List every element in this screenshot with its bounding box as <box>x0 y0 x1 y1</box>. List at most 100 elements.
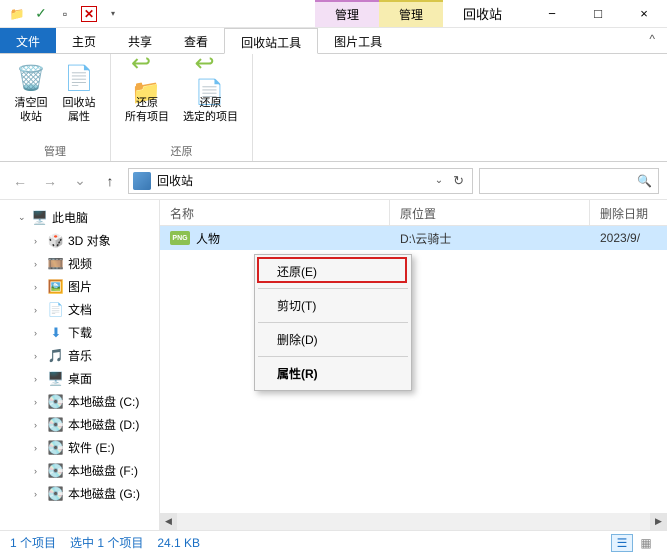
nav-label: 本地磁盘 (G:) <box>68 485 140 502</box>
label-line1: 清空回 <box>15 97 48 109</box>
ribbon: 🗑️ 清空回收站 📄 回收站属性 管理 ↩📁 还原所有项目 ↩📄 还原选定的项目… <box>0 54 667 162</box>
nav-this-pc[interactable]: ⌄ 🖥️ 此电脑 <box>0 206 159 229</box>
header-delete-date[interactable]: 删除日期 <box>590 200 667 225</box>
nav-item[interactable]: ›🎲3D 对象 <box>0 229 159 252</box>
contextual-tab-manage-1[interactable]: 管理 <box>315 0 379 27</box>
label-line1: 还原 <box>200 97 222 109</box>
status-item-count: 1 个项目 <box>10 534 56 551</box>
tab-recycle-tools[interactable]: 回收站工具 <box>224 28 318 54</box>
collapse-ribbon-button[interactable]: ^ <box>637 28 667 53</box>
nav-item[interactable]: ›💽本地磁盘 (C:) <box>0 390 159 413</box>
caret-icon: ⌄ <box>18 212 28 223</box>
file-name: 人物 <box>196 230 220 247</box>
recent-dropdown[interactable]: ⌄ <box>68 169 92 193</box>
qat-folder-icon[interactable]: 📁 <box>6 3 28 25</box>
nav-label: 桌面 <box>68 370 92 387</box>
window-title: 回收站 <box>463 4 502 23</box>
scroll-left-icon[interactable]: ◀ <box>160 513 177 530</box>
nav-item[interactable]: › 💽本地磁盘 (G:) <box>0 482 159 505</box>
doc-icon: 📄 <box>48 302 64 318</box>
nav-label: 下载 <box>68 324 92 341</box>
column-headers: 名称 原位置 删除日期 <box>160 200 667 226</box>
disk-icon: 💽 <box>48 486 64 502</box>
menu-properties[interactable]: 属性(R) <box>257 359 409 388</box>
menu-restore[interactable]: 还原(E) <box>257 257 409 286</box>
pic-icon: 🖼️ <box>48 279 64 295</box>
search-icon: 🔍 <box>637 174 652 188</box>
menu-delete[interactable]: 删除(D) <box>257 325 409 354</box>
address-box[interactable]: 回收站 ⌄ ↻ <box>128 168 473 194</box>
music-icon: 🎵 <box>48 348 64 364</box>
search-box[interactable]: 🔍 <box>479 168 659 194</box>
disk-icon: 💽 <box>48 440 64 456</box>
nav-label: 视频 <box>68 255 92 272</box>
label-line2: 收站 <box>20 111 42 123</box>
disk-icon: 💽 <box>48 463 64 479</box>
nav-item[interactable]: ›🖥️桌面 <box>0 367 159 390</box>
scroll-right-icon[interactable]: ▶ <box>650 513 667 530</box>
qat-check-icon[interactable]: ✓ <box>30 3 52 25</box>
dl-icon: ⬇ <box>48 325 64 341</box>
caret-icon: › <box>34 466 44 476</box>
file-list-pane: 名称 原位置 删除日期 PNG人物D:\云骑士2023/9/ ◀ ▶ <box>160 200 667 530</box>
label-line2: 选定的项目 <box>183 111 238 123</box>
forward-button[interactable]: → <box>38 169 62 193</box>
file-date: 2023/9/ <box>590 231 667 245</box>
caret-icon: › <box>34 489 44 499</box>
nav-label: 本地磁盘 (C:) <box>68 393 139 410</box>
menu-separator <box>258 288 408 289</box>
maximize-button[interactable]: □ <box>575 0 621 28</box>
caret-icon: › <box>34 351 44 361</box>
tab-file[interactable]: 文件 <box>0 28 56 53</box>
status-selection: 选中 1 个项目 <box>70 534 143 551</box>
caret-icon: › <box>34 328 44 338</box>
file-location: D:\云骑士 <box>390 230 590 247</box>
nav-item[interactable]: ›💽本地磁盘 (F:) <box>0 459 159 482</box>
tab-picture-tools[interactable]: 图片工具 <box>318 28 398 53</box>
caret-icon: › <box>34 305 44 315</box>
horizontal-scrollbar[interactable]: ◀ ▶ <box>160 513 667 530</box>
up-button[interactable]: ↑ <box>98 169 122 193</box>
menu-separator <box>258 356 408 357</box>
menu-cut[interactable]: 剪切(T) <box>257 291 409 320</box>
navigation-pane[interactable]: ⌄ 🖥️ 此电脑 ›🎲3D 对象›🎞️视频›🖼️图片›📄文档›⬇下载›🎵音乐›🖥… <box>0 200 160 530</box>
address-path[interactable]: 回收站 <box>157 172 429 189</box>
qat-close-icon[interactable]: ✕ <box>78 3 100 25</box>
nav-item[interactable]: ›🎵音乐 <box>0 344 159 367</box>
nav-item[interactable]: ›🖼️图片 <box>0 275 159 298</box>
tab-home[interactable]: 主页 <box>56 28 112 53</box>
video-icon: 🎞️ <box>48 256 64 272</box>
header-name[interactable]: 名称 <box>160 200 390 225</box>
file-list[interactable]: PNG人物D:\云骑士2023/9/ <box>160 226 667 513</box>
nav-label: 文档 <box>68 301 92 318</box>
context-menu: 还原(E) 剪切(T) 删除(D) 属性(R) <box>254 254 412 391</box>
back-button[interactable]: ← <box>8 169 32 193</box>
restore-selected-button[interactable]: ↩📄 还原选定的项目 <box>179 58 242 141</box>
nav-item[interactable]: › 📄文档 <box>0 298 159 321</box>
address-dropdown-icon[interactable]: ⌄ <box>435 175 443 186</box>
empty-recycle-bin-button[interactable]: 🗑️ 清空回收站 <box>10 58 52 141</box>
recycle-bin-icon <box>133 172 151 190</box>
contextual-tab-manage-2[interactable]: 管理 <box>379 0 443 27</box>
contextual-tab-headers: 管理 管理 <box>315 0 443 27</box>
recycle-bin-properties-button[interactable]: 📄 回收站属性 <box>58 58 100 141</box>
caret-icon: › <box>34 282 44 292</box>
header-location[interactable]: 原位置 <box>390 200 590 225</box>
nav-item[interactable]: ›🎞️视频 <box>0 252 159 275</box>
file-row[interactable]: PNG人物D:\云骑士2023/9/ <box>160 226 667 250</box>
nav-item[interactable]: › ⬇下载 <box>0 321 159 344</box>
restore-all-button[interactable]: ↩📁 还原所有项目 <box>121 58 173 141</box>
view-details-button[interactable]: ☰ <box>611 534 633 552</box>
nav-item[interactable]: ›💽本地磁盘 (D:) <box>0 413 159 436</box>
qat-dropdown-icon[interactable]: ▾ <box>102 3 124 25</box>
3d-icon: 🎲 <box>48 233 64 249</box>
status-size: 24.1 KB <box>157 536 200 550</box>
qat-blank-icon[interactable]: ▫ <box>54 3 76 25</box>
nav-item[interactable]: ›💽软件 (E:) <box>0 436 159 459</box>
close-button[interactable]: × <box>621 0 667 28</box>
view-icons-button[interactable]: ▦ <box>635 534 657 552</box>
minimize-button[interactable]: − <box>529 0 575 28</box>
refresh-button[interactable]: ↻ <box>449 173 468 189</box>
label-line1: 回收站 <box>63 97 96 109</box>
disk-icon: 💽 <box>48 394 64 410</box>
